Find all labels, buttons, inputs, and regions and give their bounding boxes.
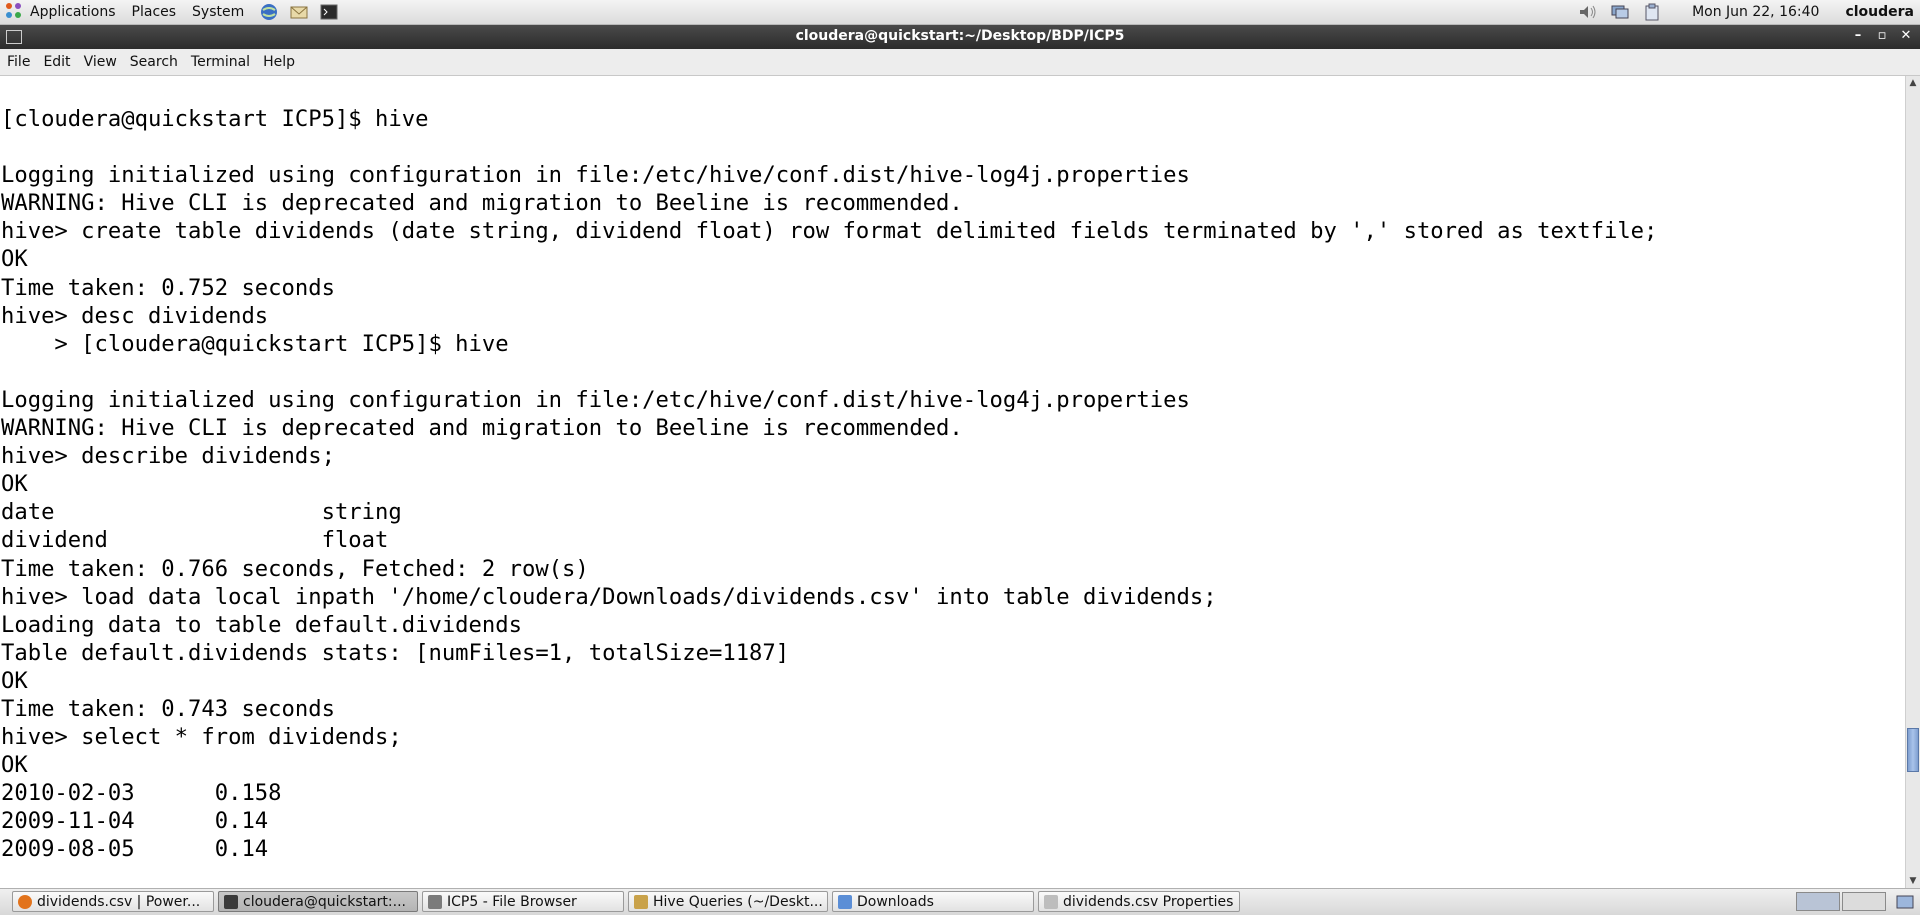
task-firefox[interactable]: dividends.csv | Power... bbox=[12, 891, 214, 912]
task-label: Downloads bbox=[857, 893, 934, 910]
task-label: dividends.csv Properties bbox=[1063, 893, 1234, 910]
firefox-icon bbox=[18, 894, 32, 909]
places-menu[interactable]: Places bbox=[126, 0, 187, 24]
places-menu-label: Places bbox=[131, 4, 177, 20]
user-menu[interactable]: cloudera bbox=[1845, 4, 1914, 20]
task-text-editor[interactable]: Hive Queries (~/Deskt... bbox=[628, 891, 828, 912]
task-label: Hive Queries (~/Deskt... bbox=[653, 893, 823, 910]
terminal-line: OK bbox=[1, 752, 28, 779]
menu-file[interactable]: File bbox=[0, 54, 36, 70]
window-title: cloudera@quickstart:~/Desktop/BDP/ICP5 bbox=[795, 28, 1125, 44]
terminal-line: > [cloudera@quickstart ICP5]$ hive bbox=[1, 330, 509, 357]
terminal-line: hive> describe dividends; bbox=[1, 443, 335, 470]
terminal-icon bbox=[224, 894, 238, 909]
system-menu[interactable]: System bbox=[186, 0, 254, 24]
task-label: cloudera@quickstart:... bbox=[243, 893, 406, 910]
document-icon bbox=[1044, 894, 1058, 909]
terminal-line: WARNING: Hive CLI is deprecated and migr… bbox=[1, 415, 963, 442]
terminal-launcher-icon[interactable] bbox=[318, 2, 340, 22]
terminal-line: hive> desc dividends bbox=[1, 302, 269, 329]
terminal-line: OK bbox=[1, 246, 28, 273]
folder-icon bbox=[838, 894, 852, 909]
notes-icon[interactable] bbox=[1895, 893, 1915, 911]
workspace-2[interactable] bbox=[1842, 892, 1886, 911]
terminal-line: Logging initialized using configuration … bbox=[1, 386, 1190, 413]
bottom-taskbar: dividends.csv | Power... cloudera@quicks… bbox=[0, 888, 1920, 915]
terminal-line: Time taken: 0.766 seconds, Fetched: 2 ro… bbox=[1, 555, 589, 582]
task-downloads[interactable]: Downloads bbox=[832, 891, 1034, 912]
task-label: ICP5 - File Browser bbox=[447, 893, 577, 910]
scroll-thumb[interactable] bbox=[1907, 728, 1919, 772]
applications-menu-label: Applications bbox=[30, 4, 116, 20]
terminal-line: [cloudera@quickstart ICP5]$ hive bbox=[1, 106, 429, 132]
terminal-line: dividend float bbox=[1, 527, 389, 554]
task-label: dividends.csv | Power... bbox=[37, 893, 201, 910]
web-browser-launcher-icon[interactable] bbox=[258, 2, 280, 22]
terminal-line: OK bbox=[1, 667, 28, 694]
terminal-line: hive> load data local inpath '/home/clou… bbox=[1, 583, 1217, 610]
terminal-line: hive> create table dividends (date strin… bbox=[1, 218, 1658, 245]
network-icon[interactable] bbox=[1610, 3, 1630, 21]
menu-terminal[interactable]: Terminal bbox=[184, 54, 256, 70]
terminal-text: [cloudera@quickstart ICP5]$ hive Logging … bbox=[1, 105, 1657, 864]
window-controls: – ▫ ✕ bbox=[1848, 27, 1916, 45]
terminal-line: date string bbox=[1, 499, 402, 526]
text-editor-icon bbox=[634, 894, 648, 909]
volume-icon[interactable] bbox=[1578, 3, 1598, 21]
close-button[interactable]: ✕ bbox=[1896, 27, 1916, 45]
minimize-button[interactable]: – bbox=[1848, 27, 1868, 45]
menu-edit[interactable]: Edit bbox=[36, 54, 76, 70]
maximize-button[interactable]: ▫ bbox=[1872, 27, 1892, 45]
terminal-line: hive> select * from dividends; bbox=[1, 724, 402, 751]
top-panel: Applications Places System Mon Jun 22, 1… bbox=[0, 0, 1920, 25]
terminal-line: Table default.dividends stats: [numFiles… bbox=[1, 639, 790, 666]
terminal-line: 2010-02-03 0.158 bbox=[1, 780, 282, 807]
terminal-line: 2009-08-05 0.14 bbox=[1, 836, 269, 863]
terminal-line: WARNING: Hive CLI is deprecated and migr… bbox=[1, 190, 963, 217]
window-title-bar[interactable]: cloudera@quickstart:~/Desktop/BDP/ICP5 –… bbox=[0, 25, 1920, 49]
panel-tray: Mon Jun 22, 16:40 cloudera bbox=[1578, 0, 1914, 24]
system-menu-label: System bbox=[192, 4, 245, 20]
applications-menu[interactable]: Applications bbox=[24, 0, 126, 24]
menu-view[interactable]: View bbox=[77, 54, 123, 70]
terminal-line: 2009-11-04 0.14 bbox=[1, 808, 269, 835]
menu-help[interactable]: Help bbox=[256, 54, 301, 70]
terminal-line: Time taken: 0.743 seconds bbox=[1, 695, 335, 722]
task-terminal[interactable]: cloudera@quickstart:... bbox=[218, 891, 418, 912]
file-browser-icon bbox=[428, 894, 442, 909]
menu-search[interactable]: Search bbox=[123, 54, 184, 70]
clipboard-icon[interactable] bbox=[1642, 3, 1662, 21]
terminal-line: Loading data to table default.dividends bbox=[1, 611, 522, 638]
clock[interactable]: Mon Jun 22, 16:40 bbox=[1692, 4, 1819, 20]
terminal-line: Time taken: 0.752 seconds bbox=[1, 274, 335, 301]
task-properties[interactable]: dividends.csv Properties bbox=[1038, 891, 1240, 912]
terminal-scrollbar[interactable]: ▲ ▼ bbox=[1905, 76, 1920, 888]
workspace-1[interactable] bbox=[1796, 892, 1840, 911]
terminal-output[interactable]: [cloudera@quickstart ICP5]$ hive Logging … bbox=[0, 76, 1906, 888]
scroll-up-icon[interactable]: ▲ bbox=[1906, 76, 1920, 90]
terminal-menubar: File Edit View Search Terminal Help bbox=[0, 49, 1920, 76]
terminal-line: OK bbox=[1, 471, 28, 498]
scroll-down-icon[interactable]: ▼ bbox=[1906, 874, 1920, 888]
terminal-line: Logging initialized using configuration … bbox=[1, 162, 1190, 189]
task-file-browser[interactable]: ICP5 - File Browser bbox=[422, 891, 624, 912]
mail-launcher-icon[interactable] bbox=[288, 2, 310, 22]
applications-logo-icon bbox=[6, 3, 24, 21]
